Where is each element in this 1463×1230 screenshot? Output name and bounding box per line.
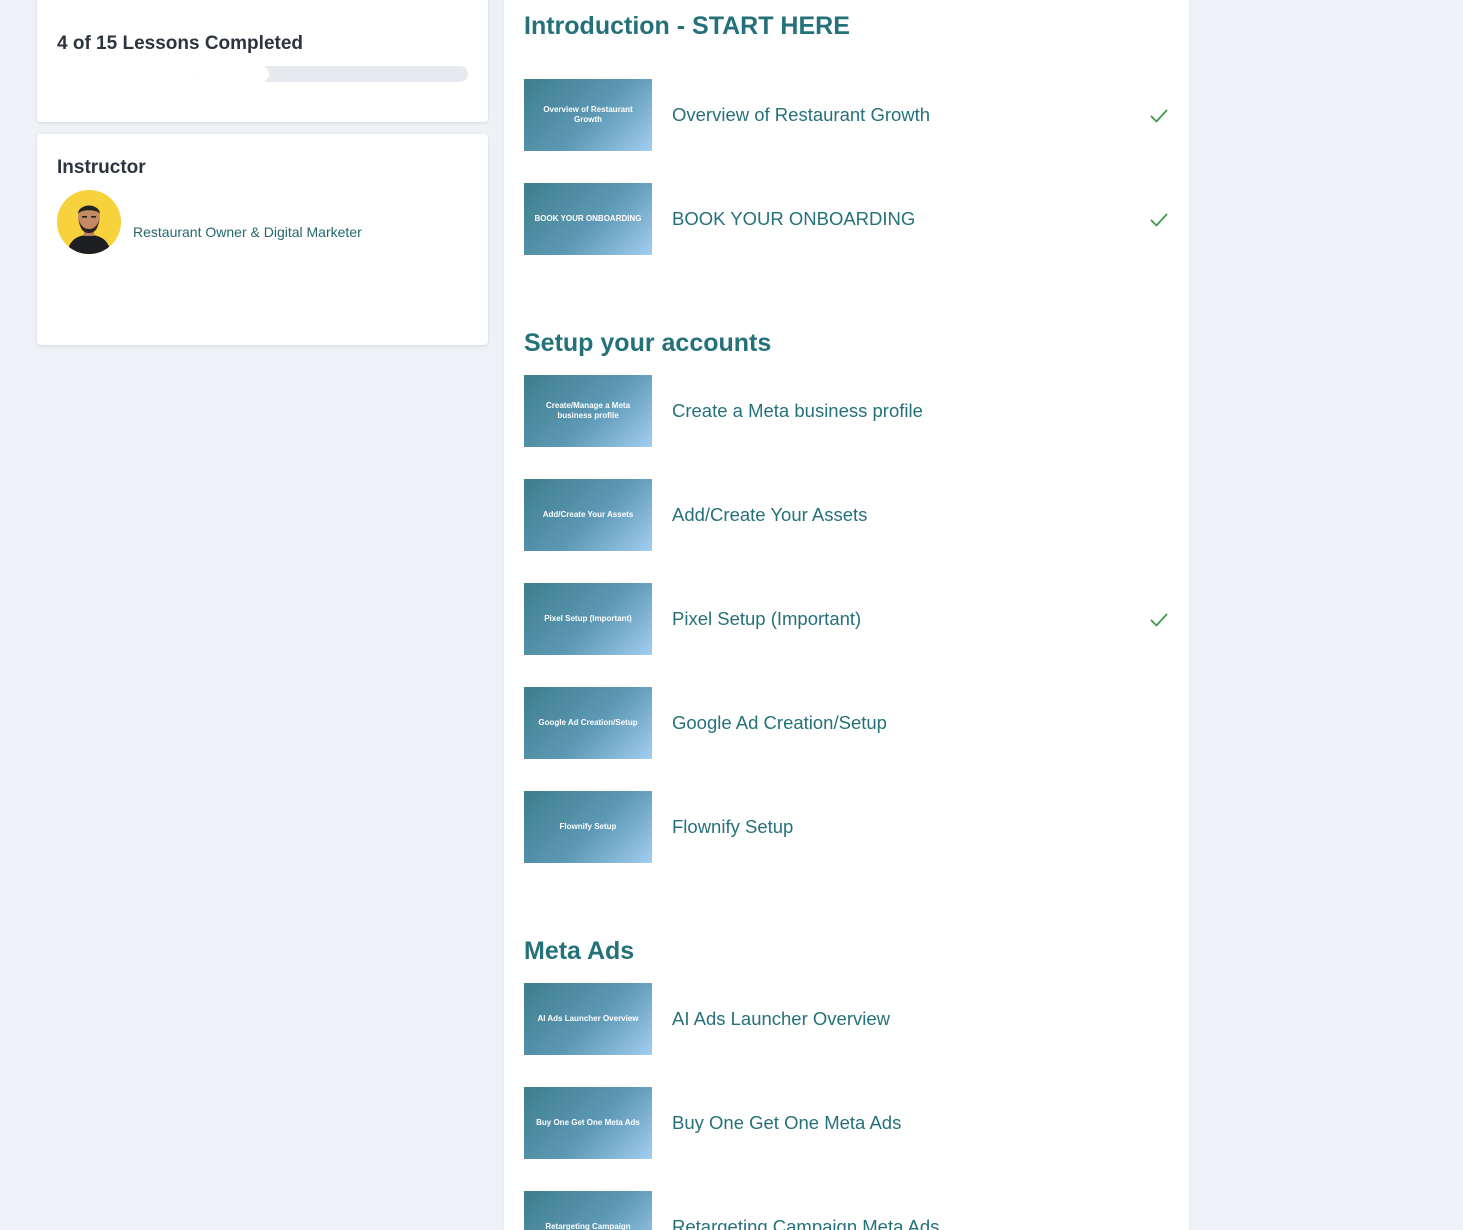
- lesson-row[interactable]: Retargeting Campaign Retargeting Campaig…: [524, 1191, 1169, 1230]
- instructor-heading: Instructor: [57, 157, 146, 178]
- lesson-thumbnail-text: Retargeting Campaign: [545, 1222, 631, 1230]
- lesson-list-panel: Introduction - START HERE Overview of Re…: [504, 0, 1189, 1230]
- lesson-thumbnail[interactable]: AI Ads Launcher Overview: [524, 983, 652, 1055]
- lesson-row[interactable]: Overview of Restaurant Growth Overview o…: [524, 79, 1169, 151]
- lesson-thumbnail-text: AI Ads Launcher Overview: [537, 1014, 639, 1023]
- lesson-row[interactable]: Add/Create Your Assets Add/Create Your A…: [524, 479, 1169, 551]
- lesson-thumbnail-text: Google Ad Creation/Setup: [538, 718, 638, 727]
- lesson-thumbnail-text: Buy One Get One Meta Ads: [536, 1118, 640, 1127]
- lesson-title[interactable]: Flownify Setup: [672, 815, 793, 839]
- lesson-thumbnail-text: Add/Create Your Assets: [542, 510, 634, 519]
- lesson-title[interactable]: Buy One Get One Meta Ads: [672, 1111, 901, 1135]
- lesson-thumbnail[interactable]: Google Ad Creation/Setup: [524, 687, 652, 759]
- lesson-thumbnail[interactable]: Retargeting Campaign: [524, 1191, 652, 1230]
- instructor-avatar: [57, 190, 121, 254]
- section-title: Introduction - START HERE: [524, 12, 850, 40]
- lesson-thumbnail[interactable]: Add/Create Your Assets: [524, 479, 652, 551]
- lesson-title[interactable]: Google Ad Creation/Setup: [672, 711, 887, 735]
- lesson-title[interactable]: Create a Meta business profile: [672, 399, 923, 423]
- check-icon: [1150, 109, 1168, 123]
- lesson-title[interactable]: Add/Create Your Assets: [672, 503, 867, 527]
- lesson-thumbnail[interactable]: Create/Manage a Meta business profile: [524, 375, 652, 447]
- lesson-title[interactable]: AI Ads Launcher Overview: [672, 1007, 890, 1031]
- course-page: 4 of 15 Lessons Completed Instructor Res…: [0, 0, 1463, 1230]
- lesson-thumbnail-text: Pixel Setup (Important): [544, 614, 632, 623]
- instructor-role: Restaurant Owner & Digital Marketer: [133, 224, 362, 240]
- lesson-thumbnail[interactable]: BOOK YOUR ONBOARDING: [524, 183, 652, 255]
- check-icon: [1150, 613, 1168, 627]
- progress-bar: [197, 66, 468, 82]
- progress-title: 4 of 15 Lessons Completed: [57, 33, 304, 54]
- lesson-row[interactable]: Pixel Setup (Important) Pixel Setup (Imp…: [524, 583, 1169, 655]
- lesson-title[interactable]: Pixel Setup (Important): [672, 607, 861, 631]
- lesson-row[interactable]: Create/Manage a Meta business profile Cr…: [524, 375, 1169, 447]
- section-title: Setup your accounts: [524, 329, 772, 357]
- lesson-row[interactable]: Flownify Setup Flownify Setup: [524, 791, 1169, 863]
- lesson-thumbnail[interactable]: Pixel Setup (Important): [524, 583, 652, 655]
- lesson-thumbnail-text: Create/Manage a Meta business profile: [545, 401, 631, 420]
- lesson-title[interactable]: BOOK YOUR ONBOARDING: [672, 207, 915, 231]
- lesson-thumbnail-text: Overview of Restaurant Growth: [543, 105, 633, 124]
- check-icon: [1150, 213, 1168, 227]
- lesson-row[interactable]: Buy One Get One Meta Ads Buy One Get One…: [524, 1087, 1169, 1159]
- person-avatar-icon: [57, 190, 121, 254]
- lesson-title[interactable]: Retargeting Campaign Meta Ads: [672, 1215, 939, 1230]
- section-title: Meta Ads: [524, 937, 635, 965]
- progress-card: 4 of 15 Lessons Completed: [37, 0, 488, 122]
- lesson-row[interactable]: Google Ad Creation/Setup Google Ad Creat…: [524, 687, 1169, 759]
- lesson-thumbnail-text: BOOK YOUR ONBOARDING: [534, 214, 642, 223]
- lesson-thumbnail[interactable]: Flownify Setup: [524, 791, 652, 863]
- lesson-thumbnail[interactable]: Overview of Restaurant Growth: [524, 79, 652, 151]
- progress-bar-fill: [197, 66, 270, 82]
- lesson-title[interactable]: Overview of Restaurant Growth: [672, 103, 930, 127]
- lesson-thumbnail[interactable]: Buy One Get One Meta Ads: [524, 1087, 652, 1159]
- instructor-card: Instructor Restaurant Owner & Digital Ma…: [37, 134, 488, 345]
- lesson-thumbnail-text: Flownify Setup: [559, 822, 617, 831]
- lesson-row[interactable]: BOOK YOUR ONBOARDING BOOK YOUR ONBOARDIN…: [524, 183, 1169, 255]
- lesson-row[interactable]: AI Ads Launcher Overview AI Ads Launcher…: [524, 983, 1169, 1055]
